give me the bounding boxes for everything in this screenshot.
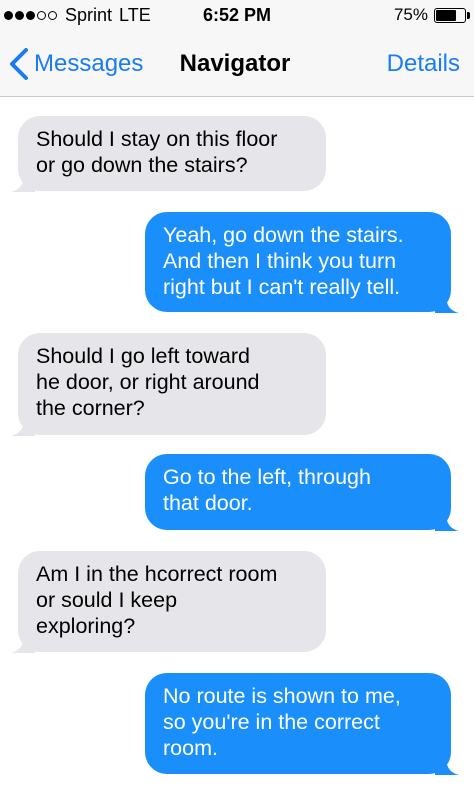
message-text: No route is shown to me, so you're in th… bbox=[163, 684, 401, 760]
battery-fill bbox=[436, 9, 456, 21]
message-text: Should I go left toward he door, or righ… bbox=[36, 344, 260, 420]
battery-tip bbox=[467, 11, 470, 19]
bubble-tail-icon bbox=[435, 513, 459, 531]
message-text: Should I stay on this floor or go down t… bbox=[36, 127, 278, 177]
back-button[interactable]: Messages bbox=[6, 44, 143, 84]
conversation-title: Navigator bbox=[179, 50, 291, 77]
message-bubble-sent[interactable]: Yeah, go down the stairs. And then I thi… bbox=[145, 212, 459, 313]
chevron-left-icon bbox=[10, 48, 28, 80]
status-right: 75% bbox=[393, 4, 470, 26]
message-text: Am I in the hcorrect room or sould I kee… bbox=[36, 562, 278, 638]
details-button[interactable]: Details bbox=[387, 50, 460, 78]
back-button-label: Messages bbox=[34, 50, 144, 77]
bubble-tail-icon bbox=[435, 757, 459, 775]
battery-percentage: 75% bbox=[393, 5, 428, 24]
message-text: Yeah, go down the stairs. And then I thi… bbox=[163, 223, 404, 299]
battery-icon bbox=[434, 7, 470, 23]
message-bubble-received[interactable]: Should I stay on this floor or go down t… bbox=[11, 116, 326, 192]
status-bar: Sprint LTE 6:52 PM 75% bbox=[0, 0, 474, 32]
bubble-tail-icon bbox=[11, 174, 35, 192]
message-bubble-received[interactable]: Am I in the hcorrect room or sould I kee… bbox=[11, 551, 326, 653]
message-bubble-sent[interactable]: Go to the left, through that door. bbox=[145, 454, 459, 531]
bubble-tail-icon bbox=[11, 418, 35, 436]
bubble-tail-icon bbox=[435, 295, 459, 313]
message-bubble-sent[interactable]: No route is shown to me, so you're in th… bbox=[145, 673, 459, 775]
navigation-bar: Messages Navigator Details bbox=[0, 32, 474, 97]
message-text: Go to the left, through that door. bbox=[163, 465, 371, 515]
message-bubble-received[interactable]: Should I go left toward he door, or righ… bbox=[11, 333, 326, 436]
bubble-tail-icon bbox=[11, 635, 35, 653]
